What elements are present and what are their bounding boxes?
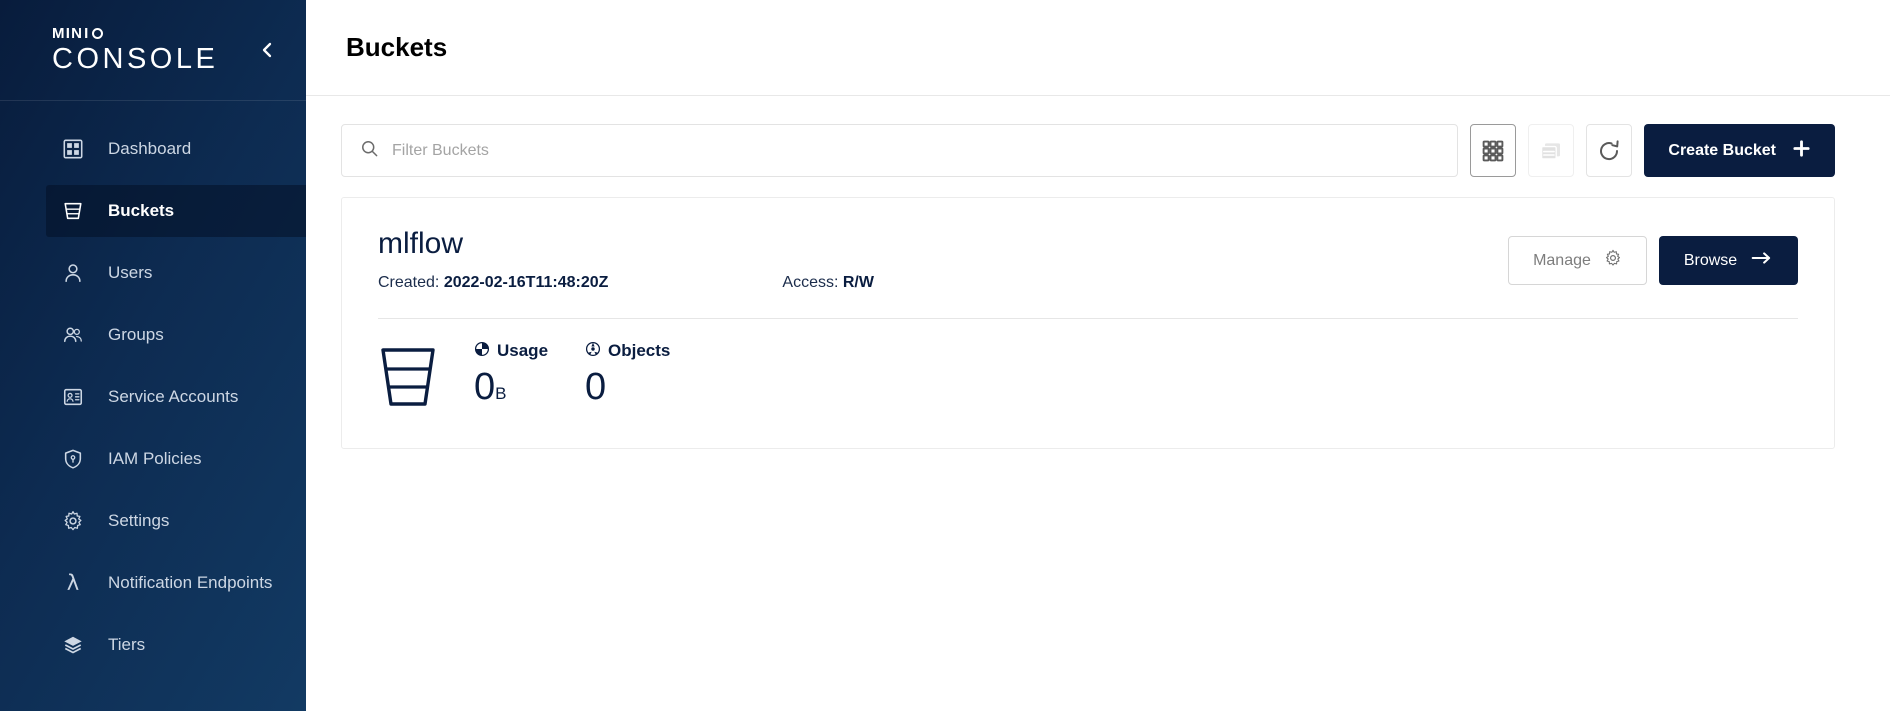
page-content: Create Bucket mlflow Created: [306,96,1890,711]
sidebar-item-tiers[interactable]: Tiers [46,619,306,671]
main-area: Buckets Filter Buckets Create Bucket mlf… [306,0,1890,711]
bucket-icon [60,198,86,224]
layers-icon [60,632,86,658]
logo-i-text: I [84,25,90,42]
list-view-icon [1539,139,1563,163]
search-input[interactable] [392,141,1444,160]
sidebar-item-service-accounts[interactable]: Service Accounts [46,371,306,423]
sidebar-item-label: IAM Policies [108,449,202,468]
list-view-button[interactable] [1528,124,1575,177]
bucket-access: Access: R/W [782,274,874,292]
bucket-stat-group: Usage 0B Objects 0 [474,341,696,406]
bucket-access-value: R/W [842,273,874,291]
bucket-created-label: Created: [378,273,440,291]
search-icon [360,139,379,163]
sidebar-item-label: Dashboard [108,139,192,158]
objects-stat: Objects 0 [585,341,696,406]
gear-icon [60,508,86,534]
usage-value: 0 [474,365,496,408]
bucket-access-label: Access: [782,273,839,291]
plus-icon [1792,139,1811,163]
sidebar: MIN I CONSOLE Dashboard Buckets Users Gr… [0,0,306,711]
bucket-meta-row: Created: 2022-02-16T11:48:20Z Access: R/… [378,274,1508,292]
grid-view-icon [1481,139,1505,163]
id-card-icon [60,384,86,410]
sidebar-nav: Dashboard Buckets Users Groups Service A… [0,101,306,681]
bucket-card-actions: Manage Browse [1508,228,1798,285]
usage-label: Usage [497,341,549,360]
page-title: Buckets [346,32,448,62]
svg-text:λ: λ [67,571,79,595]
chevron-left-icon [259,40,275,60]
arrow-right-icon [1751,250,1773,271]
create-bucket-label: Create Bucket [1668,141,1776,159]
sidebar-item-users[interactable]: Users [46,247,306,299]
logo-min-text: MIN [52,25,84,42]
page-header: Buckets [306,0,1890,96]
bucket-stats: Usage 0B Objects 0 [378,319,1798,414]
app-root: MIN I CONSOLE Dashboard Buckets Users Gr… [0,0,1890,711]
manage-label: Manage [1533,251,1591,269]
refresh-icon [1597,139,1621,163]
sidebar-item-notification-endpoints[interactable]: λ Notification Endpoints [46,557,306,609]
create-bucket-button[interactable]: Create Bucket [1644,124,1835,177]
browse-label: Browse [1683,251,1738,269]
user-icon [60,260,86,286]
sidebar-item-label: Groups [108,325,164,344]
bucket-icon [378,341,438,414]
sidebar-header: MIN I CONSOLE [0,0,306,100]
bucket-card-info: mlflow Created: 2022-02-16T11:48:20Z Acc… [378,228,1508,292]
sidebar-item-label: Notification Endpoints [108,573,273,592]
objects-label: Objects [608,341,671,360]
gear-icon [1604,249,1622,272]
usage-unit: B [495,383,507,403]
buckets-toolbar: Create Bucket [341,124,1835,177]
logo-o-circle [92,28,104,39]
lambda-icon: λ [60,570,86,596]
usage-value-wrap: 0B [474,368,585,406]
sidebar-item-dashboard[interactable]: Dashboard [46,123,306,175]
minio-console-logo: MIN I CONSOLE [52,26,218,74]
report-icon [585,341,601,362]
dashboard-icon [60,136,86,162]
groups-icon [60,322,86,348]
logo-minio-wordmark: MIN I [52,26,218,41]
pie-chart-icon [474,341,490,362]
objects-stat-head: Objects [585,341,696,362]
sidebar-item-buckets[interactable]: Buckets [46,185,306,237]
search-field-wrapper[interactable] [341,124,1459,177]
sidebar-item-label: Buckets [108,201,175,220]
sidebar-item-label: Settings [108,511,170,530]
refresh-button[interactable] [1586,124,1633,177]
sidebar-item-label: Service Accounts [108,387,239,406]
bucket-created-value: 2022-02-16T11:48:20Z [443,273,609,291]
bucket-name: mlflow [378,227,464,260]
usage-stat-head: Usage [474,341,585,362]
sidebar-item-label: Tiers [108,635,146,654]
manage-bucket-button[interactable]: Manage [1508,236,1647,285]
sidebar-collapse-button[interactable] [254,37,280,63]
sidebar-item-label: Users [108,263,153,282]
sidebar-item-groups[interactable]: Groups [46,309,306,361]
bucket-card-header: mlflow Created: 2022-02-16T11:48:20Z Acc… [378,228,1798,292]
bucket-created: Created: 2022-02-16T11:48:20Z [378,274,608,292]
sidebar-item-settings[interactable]: Settings [46,495,306,547]
logo-console-text: CONSOLE [52,43,219,75]
shield-icon [60,446,86,472]
bucket-card[interactable]: mlflow Created: 2022-02-16T11:48:20Z Acc… [341,197,1835,449]
usage-stat: Usage 0B [474,341,585,406]
objects-value: 0 [585,365,607,408]
browse-bucket-button[interactable]: Browse [1659,236,1798,285]
sidebar-item-iam-policies[interactable]: IAM Policies [46,433,306,485]
grid-view-button[interactable] [1470,124,1517,177]
